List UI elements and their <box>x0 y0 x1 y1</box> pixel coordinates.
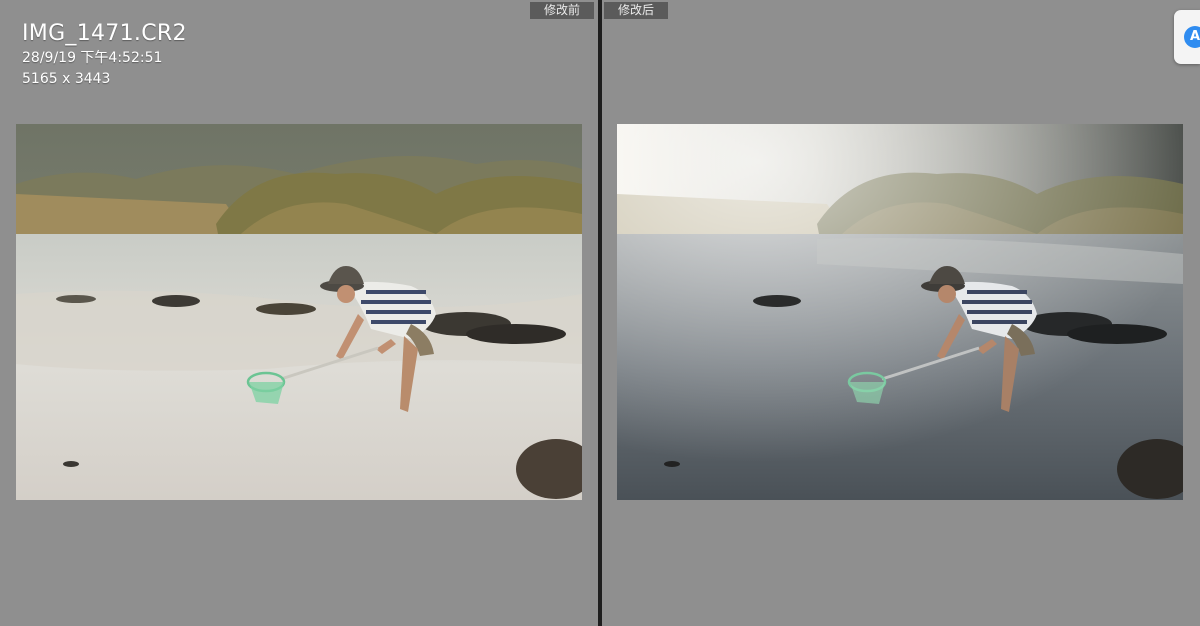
before-label[interactable]: 修改前 <box>529 2 594 19</box>
before-pane: 修改前 IMG_1471.CR2 28/9/19 下午4:52:51 5165 … <box>0 0 598 626</box>
image-dimensions: 5165 x 3443 <box>22 71 111 87</box>
file-name: IMG_1471.CR2 <box>22 21 187 46</box>
after-label[interactable]: 修改后 <box>604 2 669 19</box>
after-photo-image <box>617 124 1183 500</box>
before-photo[interactable] <box>16 124 582 500</box>
file-info-overlay: IMG_1471.CR2 28/9/19 下午4:52:51 5165 x 34… <box>22 20 187 90</box>
before-photo-image <box>16 124 582 500</box>
app-store-button[interactable]: A <box>1174 10 1200 64</box>
capture-datetime: 28/9/19 下午4:52:51 <box>22 50 163 66</box>
after-photo[interactable] <box>617 124 1183 500</box>
app-store-icon: A <box>1184 26 1200 48</box>
after-pane: 修改后 A <box>602 0 1200 626</box>
